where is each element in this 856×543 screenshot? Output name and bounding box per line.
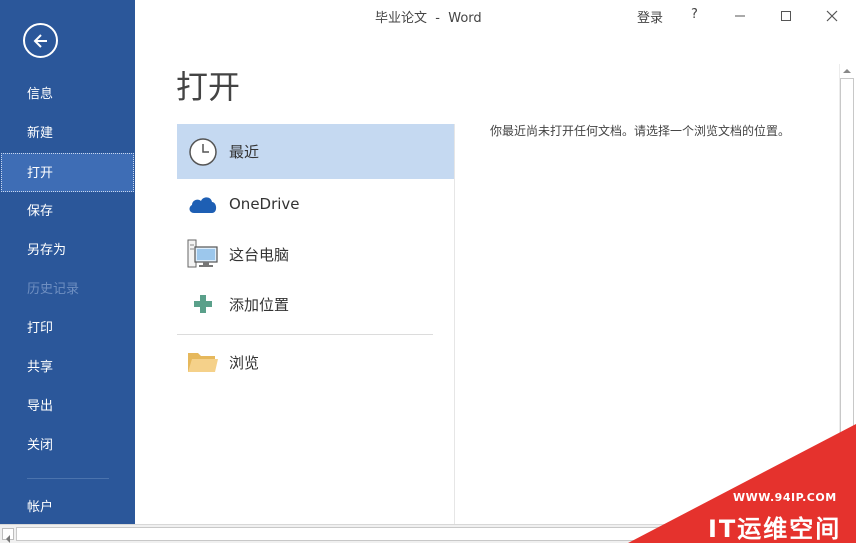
- close-button[interactable]: [809, 0, 855, 32]
- location-recent[interactable]: 最近: [177, 124, 454, 179]
- nav-item-history: 历史记录: [27, 282, 80, 297]
- scroll-left-icon: [6, 535, 10, 543]
- location-label: 添加位置: [229, 295, 290, 314]
- nav-item-info[interactable]: 信息: [0, 75, 135, 114]
- location-label: 最近: [229, 143, 260, 161]
- scroll-left-button[interactable]: [2, 528, 14, 543]
- backstage-sidebar: 信息 新建 打开 保存 另存为 历史记录 打印 共享 导出 关闭 帐户: [0, 0, 135, 524]
- window-title: 毕业论文 - Word: [375, 11, 482, 26]
- backstage-nav: 信息 新建 打开 保存 另存为 历史记录 打印 共享 导出 关闭: [0, 75, 135, 465]
- minimize-icon: [735, 15, 745, 17]
- watermark-brand: IT运维空间: [708, 515, 842, 543]
- nav-item-export[interactable]: 导出: [0, 387, 135, 426]
- back-arrow-icon: [33, 34, 47, 48]
- folder-icon: [188, 353, 218, 372]
- location-label: 这台电脑: [229, 245, 290, 264]
- nav-divider: [27, 478, 109, 479]
- nav-item-open[interactable]: 打开: [1, 153, 134, 192]
- minimize-button[interactable]: [717, 0, 763, 32]
- nav-item-account[interactable]: 帐户: [27, 496, 53, 515]
- scroll-up-icon[interactable]: [842, 66, 852, 76]
- location-onedrive[interactable]: OneDrive: [177, 179, 454, 229]
- recent-empty-message: 你最近尚未打开任何文档。请选择一个浏览文档的位置。: [490, 124, 791, 138]
- location-label: OneDrive: [229, 195, 300, 213]
- nav-item-new[interactable]: 新建: [0, 114, 135, 153]
- nav-item-save-as[interactable]: 另存为: [0, 231, 135, 270]
- watermark-url: WWW.94IP.COM: [733, 491, 837, 504]
- location-label: 浏览: [229, 353, 260, 372]
- computer-icon: [187, 239, 218, 268]
- location-add-place[interactable]: 添加位置: [177, 279, 454, 329]
- location-this-pc[interactable]: 这台电脑: [177, 229, 454, 279]
- title-bar: 毕业论文 - Word 登录 ?: [135, 0, 856, 32]
- location-browse[interactable]: 浏览: [177, 337, 454, 387]
- plus-icon: [194, 295, 212, 313]
- clock-icon: [189, 137, 217, 166]
- back-button[interactable]: [23, 23, 58, 58]
- nav-item-share[interactable]: 共享: [0, 348, 135, 387]
- help-button[interactable]: ?: [691, 7, 698, 22]
- page-title: 打开: [176, 68, 241, 106]
- locations-divider: [177, 334, 433, 335]
- maximize-button[interactable]: [763, 0, 809, 32]
- close-icon: [826, 10, 838, 22]
- sign-in-link[interactable]: 登录: [637, 7, 663, 26]
- nav-item-print[interactable]: 打印: [0, 309, 135, 348]
- nav-item-save[interactable]: 保存: [0, 192, 135, 231]
- pane-divider: [454, 124, 455, 524]
- maximize-icon: [781, 11, 791, 21]
- nav-item-close[interactable]: 关闭: [0, 426, 135, 465]
- open-locations-list: 最近 OneDrive 这台电脑 添加位置 浏览: [177, 124, 454, 387]
- cloud-icon: [189, 197, 217, 213]
